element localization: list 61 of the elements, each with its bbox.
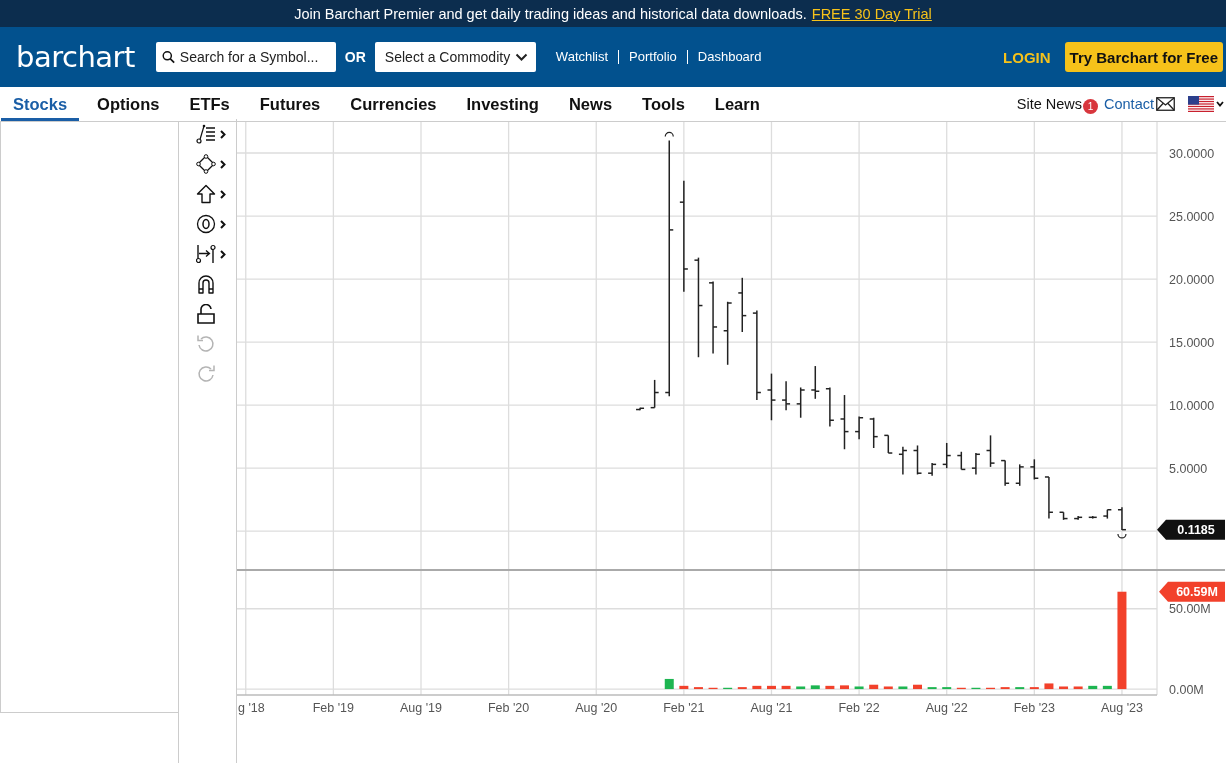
nav-tab[interactable]: ETFs	[177, 87, 242, 121]
last-volume-flag: 60.59M	[1159, 581, 1225, 602]
diamond-nodes-icon[interactable]	[196, 154, 216, 174]
notification-badge: 1	[1083, 98, 1098, 114]
promo-text: Join Barchart Premier and get daily trading ideas and historical data downloads.	[294, 5, 807, 22]
nav-tab[interactable]: Investing	[454, 87, 551, 121]
axis-label: 0.00M	[1169, 682, 1204, 697]
login-link[interactable]: LOGIN	[1003, 48, 1051, 66]
circled-zero-icon[interactable]	[196, 214, 216, 234]
nav-tab[interactable]: Currencies	[338, 87, 449, 121]
caret-icon[interactable]	[1216, 101, 1224, 107]
axis-label: Feb '19	[312, 701, 355, 715]
axis-label: Feb '22	[838, 701, 880, 715]
axis-label: 5.0000	[1169, 461, 1208, 476]
axis-label: 15.0000	[1169, 335, 1215, 350]
axis-label: 50.00M	[1169, 602, 1211, 617]
arrow-up-icon[interactable]	[196, 184, 216, 204]
measure-icon[interactable]	[196, 244, 216, 264]
site-news-link[interactable]: Site News	[1016, 96, 1082, 112]
line-list-icon[interactable]	[196, 124, 216, 144]
header-link[interactable]: Watchlist	[555, 50, 619, 64]
header-link[interactable]: Dashboard	[686, 50, 772, 64]
axis-label: Aug '22	[925, 701, 968, 715]
chevron-right-icon[interactable]	[220, 189, 226, 199]
symbol-search-field[interactable]: Search for a Symbol...	[155, 42, 336, 72]
barchart-logo[interactable]: barchart	[16, 40, 135, 74]
envelope-icon[interactable]	[1156, 97, 1175, 111]
nav-tab[interactable]: Tools	[630, 87, 697, 121]
contact-link[interactable]: Contact	[1104, 96, 1154, 112]
nav-tab[interactable]: Futures	[247, 87, 333, 121]
commodity-select[interactable]: Select a Commodity	[374, 42, 536, 72]
axis-label: Aug '19	[400, 701, 442, 715]
nav-tab[interactable]: Learn	[702, 87, 772, 121]
axis-label: Aug '21	[750, 701, 793, 715]
chevron-right-icon[interactable]	[220, 249, 226, 259]
free-trial-link[interactable]: FREE 30 Day Trial	[811, 5, 932, 22]
nav-tab[interactable]: Stocks	[1, 87, 80, 121]
axis-label: 25.0000	[1169, 209, 1215, 224]
header-link[interactable]: Portfolio	[618, 50, 687, 64]
chevron-right-icon[interactable]	[220, 129, 226, 139]
chevron-down-icon	[514, 52, 528, 62]
axis-label: 20.0000	[1169, 272, 1215, 287]
free-trial-button[interactable]: Try Barchart for Free	[1064, 42, 1223, 72]
chevron-right-icon[interactable]	[220, 159, 226, 169]
magnet-icon[interactable]	[196, 274, 216, 294]
axis-label: Aug '20	[575, 701, 618, 715]
axis-label: Feb '20	[487, 701, 530, 715]
axis-label: Aug '23	[1100, 701, 1143, 715]
axis-label: 30.0000	[1169, 146, 1215, 161]
us-flag-icon[interactable]	[1188, 96, 1214, 112]
chevron-right-icon[interactable]	[220, 219, 226, 229]
axis-label: Feb '21	[663, 701, 705, 715]
unlock-icon[interactable]	[196, 304, 216, 324]
nav-tab[interactable]: News	[556, 87, 625, 121]
axis-label: Feb '23	[1013, 701, 1055, 715]
axis-label: 10.0000	[1169, 398, 1215, 413]
nav-tab[interactable]: Options	[85, 87, 172, 121]
last-price-flag: 0.1185	[1157, 519, 1225, 540]
axis-label: g '18	[238, 701, 265, 715]
or-label: OR	[344, 49, 366, 65]
search-icon	[161, 49, 175, 65]
